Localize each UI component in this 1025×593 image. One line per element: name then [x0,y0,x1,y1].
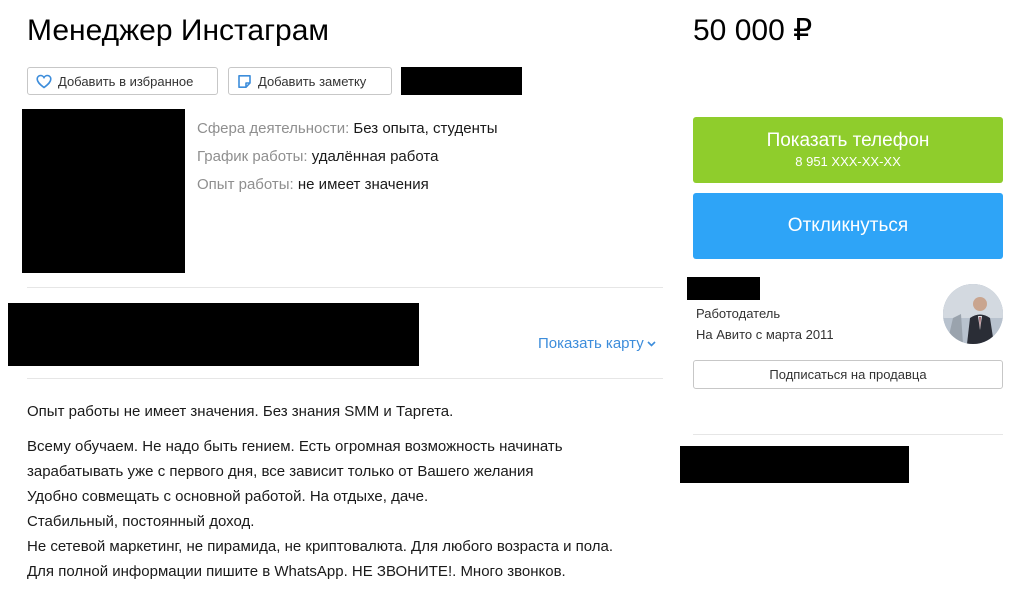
show-map-label: Показать карту [538,335,644,352]
add-to-favorites-label: Добавить в избранное [58,73,194,89]
param-value: не имеет значения [297,176,429,193]
subscribe-seller-label: Подписаться на продавца [769,367,927,382]
redacted-block [401,67,522,95]
show-phone-label: Показать телефон [766,130,930,151]
add-note-button[interactable]: Добавить заметку [228,67,392,95]
ad-price: 50 000 ₽ [693,14,813,47]
param-row: График работы: удалённая работа [197,143,498,171]
redacted-block [680,446,909,483]
avatar-photo [943,284,1003,344]
param-row: Опыт работы: не имеет значения [197,171,498,199]
note-icon [238,74,251,88]
respond-label: Откликнуться [787,215,909,236]
param-label: Опыт работы: [197,176,294,193]
description-line: Для полной информации пишите в WhatsApp.… [27,563,566,580]
ad-description: Опыт работы не имеет значения. Без знани… [27,399,667,584]
add-to-favorites-button[interactable]: Добавить в избранное [27,67,218,95]
description-line: Не сетевой маркетинг, не пирамида, не кр… [27,538,614,555]
seller-since: На Авито с марта 2011 [696,327,834,342]
divider [27,378,663,379]
subscribe-seller-button[interactable]: Подписаться на продавца [693,360,1003,389]
divider [693,434,1003,435]
description-line: Всему обучаем. Не надо быть гением. Есть… [27,438,563,455]
param-row: Сфера деятельности: Без опыта, студенты [197,115,498,143]
param-value: удалённая работа [311,148,439,165]
seller-name-redacted[interactable] [687,277,760,300]
param-label: График работы: [197,148,308,165]
respond-button[interactable]: Откликнуться [693,193,1003,259]
description-line: зарабатывать уже с первого дня, все зави… [27,463,534,480]
phone-number-masked: 8 951 XXX-XX-XX [795,154,901,169]
description-line: Удобно совмещать с основной работой. На … [27,488,429,505]
seller-avatar[interactable] [943,284,1003,344]
param-value: Без опыта, студенты [353,120,498,137]
ad-title: Менеджер Инстаграм [27,14,330,47]
divider [27,287,663,288]
description-line: Стабильный, постоянный доход. [27,513,255,530]
show-phone-button[interactable]: Показать телефон 8 951 XXX-XX-XX [693,117,1003,183]
heart-icon [36,74,52,88]
ad-params: Сфера деятельности: Без опыта, студенты … [197,115,498,199]
ad-photo[interactable] [22,109,185,273]
add-note-label: Добавить заметку [258,73,367,89]
seller-role: Работодатель [696,306,781,321]
show-map-link[interactable]: Показать карту [538,335,656,352]
chevron-down-icon [647,340,656,347]
param-label: Сфера деятельности: [197,120,350,137]
address-redacted [8,303,419,366]
description-line: Опыт работы не имеет значения. Без знани… [27,403,454,420]
